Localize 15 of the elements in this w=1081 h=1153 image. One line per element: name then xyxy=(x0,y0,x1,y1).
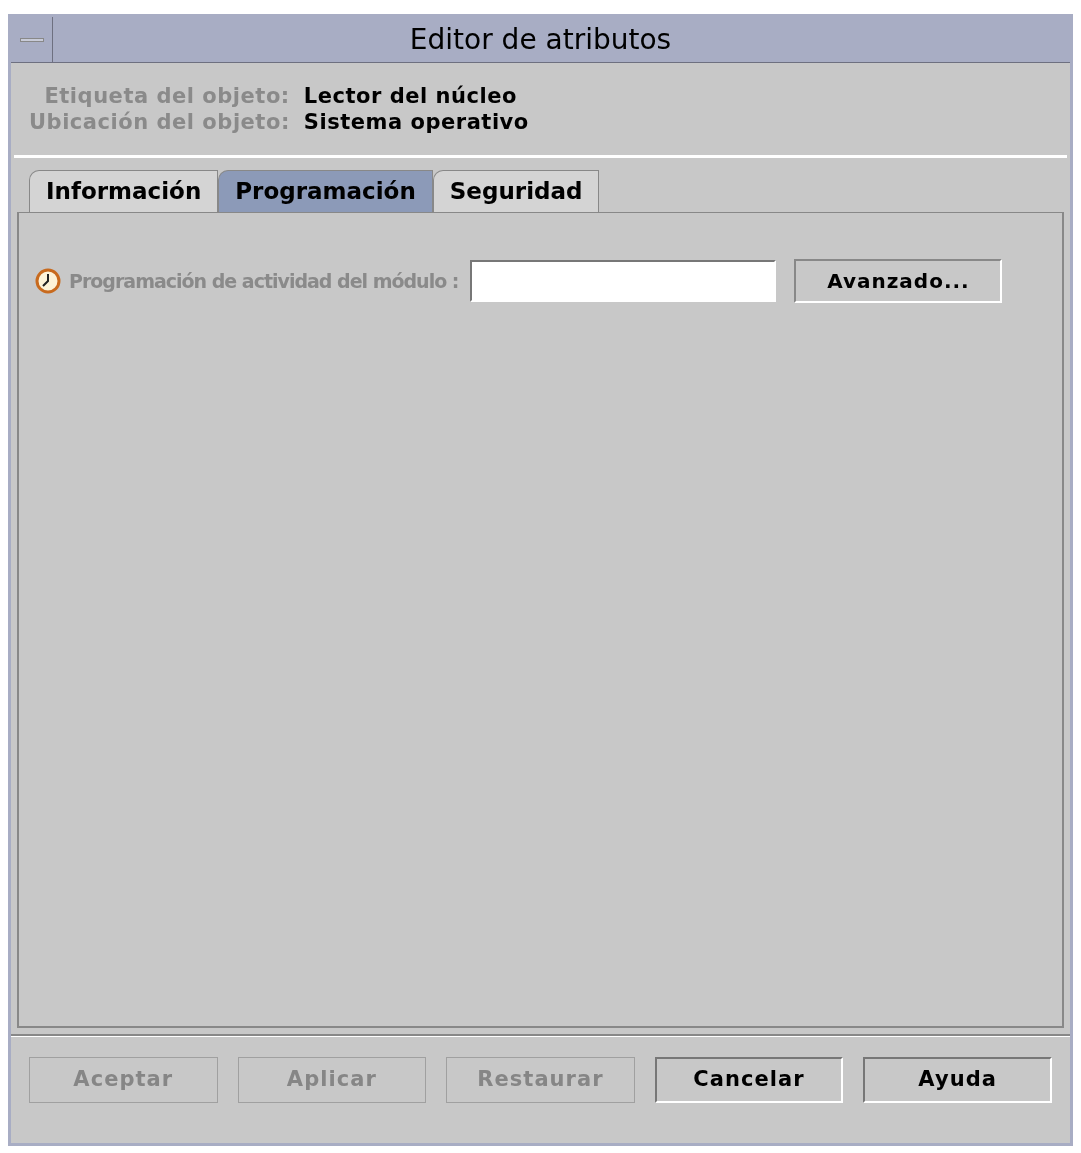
tab[interactable]: Seguridad xyxy=(432,170,600,212)
minus-icon xyxy=(19,37,44,42)
tab[interactable]: Programación xyxy=(218,170,433,212)
field-value: Sistema operativo xyxy=(303,109,530,135)
tab[interactable]: Información xyxy=(29,170,219,212)
field-label: Etiqueta del objeto: xyxy=(43,83,290,109)
dialog-button[interactable]: Cancelar xyxy=(654,1057,844,1103)
clock-icon xyxy=(35,268,61,294)
field-value: Lector del núcleo xyxy=(303,83,518,109)
advanced-button[interactable]: Avanzado... xyxy=(794,259,1003,303)
dialog-button[interactable]: Ayuda xyxy=(863,1057,1052,1103)
field-label: Ubicación del objeto: xyxy=(29,109,290,135)
window-title: Editor de atributos xyxy=(408,21,673,58)
schedule-input-field[interactable] xyxy=(470,260,777,302)
schedule-label: Programación de actividad del módulo : xyxy=(69,268,459,294)
